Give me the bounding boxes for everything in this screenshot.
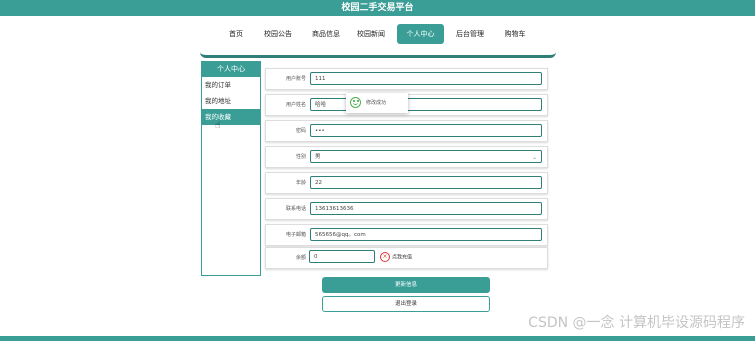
sidebar-item-orders[interactable]: 我的订单 (202, 77, 260, 93)
site-title-bar: 校园二手交易平台 (0, 0, 755, 16)
fullname-input[interactable]: 哈哈 (310, 98, 542, 111)
nav-admin[interactable]: 后台管理 (450, 24, 490, 44)
success-toast: 修改成功 (346, 93, 408, 113)
sidebar-item-address[interactable]: 我的地址 (202, 93, 260, 109)
age-input[interactable]: 22 (310, 176, 542, 189)
nav-personal-center[interactable]: 个人中心 (397, 24, 444, 44)
nav-home[interactable]: 首页 (222, 24, 250, 44)
nav-news[interactable]: 校园新闻 (351, 24, 391, 44)
username-input[interactable]: 111 (310, 72, 542, 85)
recharge-link[interactable]: × 点我充值 (380, 252, 412, 263)
fullname-label: 用户姓名 (285, 102, 306, 108)
sidebar: 个人中心 我的订单 我的地址 我的收藏 (201, 61, 261, 276)
sidebar-item-favorites[interactable]: 我的收藏 (202, 109, 260, 125)
recharge-label: 点我充值 (392, 254, 413, 261)
form-row-age: 年龄 22 (265, 172, 548, 194)
nav-cart[interactable]: 购物车 (498, 24, 532, 44)
form-row-phone: 联系电话 13613613636 (265, 198, 548, 220)
gender-value: 男 (315, 154, 321, 160)
gender-select[interactable]: 男 ⌄ (310, 150, 542, 163)
bottom-bar (0, 336, 755, 341)
form-row-email: 电子邮箱 565656@qq。com (265, 224, 548, 246)
watermark: CSDN @一念 计算机毕设源码程序 (528, 315, 745, 331)
username-label: 用户账号 (285, 76, 306, 82)
update-info-button[interactable]: 更新信息 (322, 277, 490, 293)
password-input[interactable]: ••• (310, 124, 542, 137)
balance-label: 余额 (295, 255, 306, 261)
email-label: 电子邮箱 (285, 232, 306, 238)
close-circle-icon: × (380, 252, 390, 262)
main-nav: 首页 校园公告 商品信息 校园新闻 个人中心 后台管理 购物车 (0, 24, 755, 44)
balance-input[interactable]: 0 (309, 250, 375, 263)
smile-icon (350, 97, 361, 108)
email-input[interactable]: 565656@qq。com (310, 228, 542, 241)
toast-message: 修改成功 (366, 100, 387, 106)
form-row-password: 密码 ••• (265, 120, 548, 142)
phone-input[interactable]: 13613613636 (310, 202, 542, 215)
phone-label: 联系电话 (285, 206, 306, 212)
gender-label: 性别 (295, 154, 306, 160)
password-label: 密码 (295, 128, 306, 134)
form-row-gender: 性别 男 ⌄ (265, 146, 548, 168)
logout-button[interactable]: 退出登录 (322, 296, 490, 312)
section-divider (200, 51, 556, 58)
nav-goods[interactable]: 商品信息 (306, 24, 346, 44)
chevron-down-icon: ⌄ (531, 154, 537, 161)
form-row-username: 用户账号 111 (265, 68, 548, 90)
age-label: 年龄 (295, 180, 306, 186)
nav-notice[interactable]: 校园公告 (258, 24, 298, 44)
hand-cursor-icon: ☝ (215, 121, 221, 131)
sidebar-header: 个人中心 (202, 61, 260, 77)
